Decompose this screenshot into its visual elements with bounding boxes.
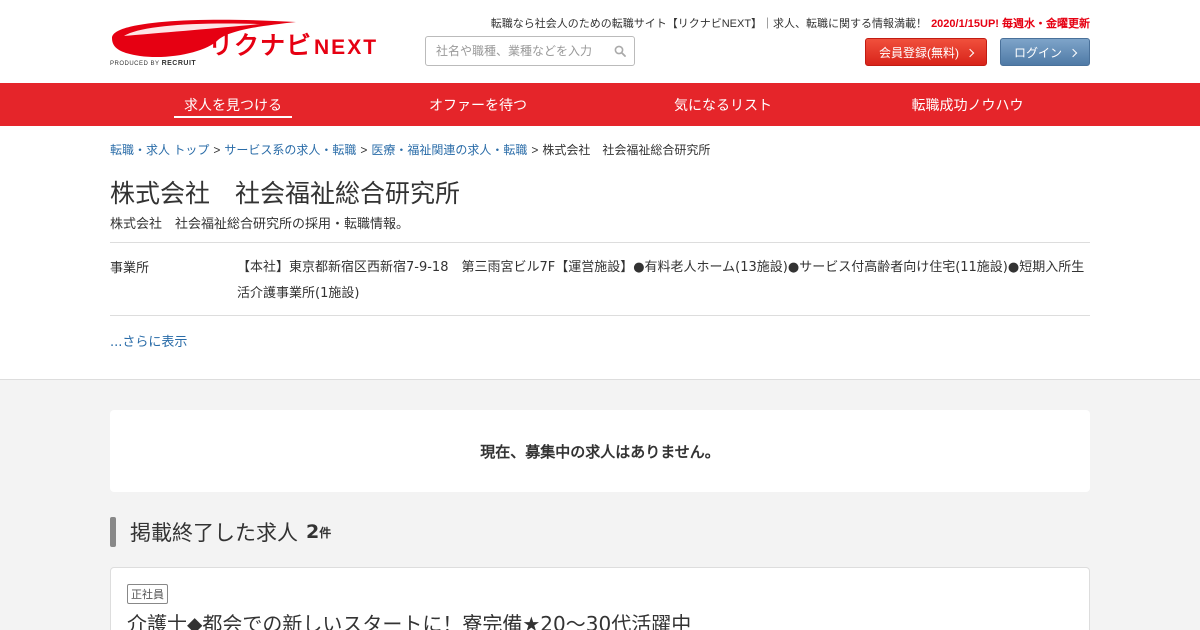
breadcrumb: 転職・求人 トップ > サービス系の求人・転職 > 医療・福祉関連の求人・転職 > 株式会社… <box>110 141 710 158</box>
ended-listings-title: 掲載終了した求人 <box>130 521 298 545</box>
breadcrumb-link-top[interactable]: 転職・求人 トップ <box>110 143 209 157</box>
chevron-right-icon <box>1068 48 1078 57</box>
register-label: 会員登録(無料) <box>879 45 959 60</box>
page-title: 株式会社 社会福祉総合研究所 <box>110 179 461 208</box>
divider <box>110 242 1090 243</box>
ended-listings-unit: 件 <box>319 525 332 540</box>
logo-produced-by: PRODUCED BY RECRUIT <box>110 60 197 67</box>
breadcrumb-separator: > <box>360 143 368 157</box>
company-subtitle: 株式会社 社会福祉総合研究所の採用・転職情報。 <box>110 217 410 232</box>
breadcrumb-separator: > <box>531 143 539 157</box>
search-input[interactable] <box>426 37 606 65</box>
breadcrumb-current: 株式会社 社会福祉総合研究所 <box>542 143 711 157</box>
register-button[interactable]: 会員登録(無料) <box>865 38 987 66</box>
nav-item-favorites[interactable]: 気になるリスト <box>663 83 783 126</box>
rikunabi-next-logo[interactable]: リクナビNEXT PRODUCED BY RECRUIT <box>110 16 376 70</box>
logo-wordmark: リクナビNEXT <box>208 31 379 60</box>
chevron-right-icon <box>965 48 975 57</box>
ended-listings-heading: 掲載終了した求人 2件 <box>110 517 331 547</box>
nav-item-find-jobs[interactable]: 求人を見つける <box>174 83 292 126</box>
nav-item-know-how[interactable]: 転職成功ノウハウ <box>900 83 1035 126</box>
office-label: 事業所 <box>110 261 150 276</box>
divider <box>110 315 1090 316</box>
ended-listings-count: 2 <box>306 521 320 543</box>
breadcrumb-link-service[interactable]: サービス系の求人・転職 <box>224 143 356 157</box>
login-button[interactable]: ログイン <box>1000 38 1090 66</box>
breadcrumb-separator: > <box>213 143 221 157</box>
job-card[interactable]: 正社員 介護士◆都会での新しいスタートに！寮完備★20～30代活躍中 <box>110 567 1090 630</box>
job-title[interactable]: 介護士◆都会での新しいスタートに！寮完備★20～30代活躍中 <box>127 608 691 630</box>
login-label: ログイン <box>1013 45 1062 60</box>
employment-type-badge: 正社員 <box>127 584 168 604</box>
update-note: 2020/1/15UP! 毎週水・金曜更新 <box>931 18 1090 30</box>
breadcrumb-link-medical[interactable]: 医療・福祉関連の求人・転職 <box>371 143 527 157</box>
nav-item-wait-offers[interactable]: オファーを待つ <box>418 83 538 126</box>
site-tagline: 転職なら社会人のための転職サイト【リクナビNEXT】｜求人、転職に関する情報満載… <box>490 18 1090 30</box>
company-info-section: 転職・求人 トップ > サービス系の求人・転職 > 医療・福祉関連の求人・転職 > 株式会社… <box>0 126 1200 380</box>
search-icon[interactable] <box>614 45 626 57</box>
site-header: リクナビNEXT PRODUCED BY RECRUIT 転職なら社会人のための… <box>0 0 1200 83</box>
global-nav: 求人を見つける オファーを待つ 気になるリスト 転職成功ノウハウ <box>0 83 1200 126</box>
show-more-link[interactable]: ...さらに表示 <box>110 331 187 350</box>
office-value: 【本社】東京都新宿区西新宿7-9-18 第三雨宮ビル7F【運営施設】●有料老人ホ… <box>237 260 1085 301</box>
heading-accent-bar <box>110 517 116 547</box>
no-openings-notice: 現在、募集中の求人はありません。 <box>110 410 1090 492</box>
search-box <box>425 36 635 66</box>
